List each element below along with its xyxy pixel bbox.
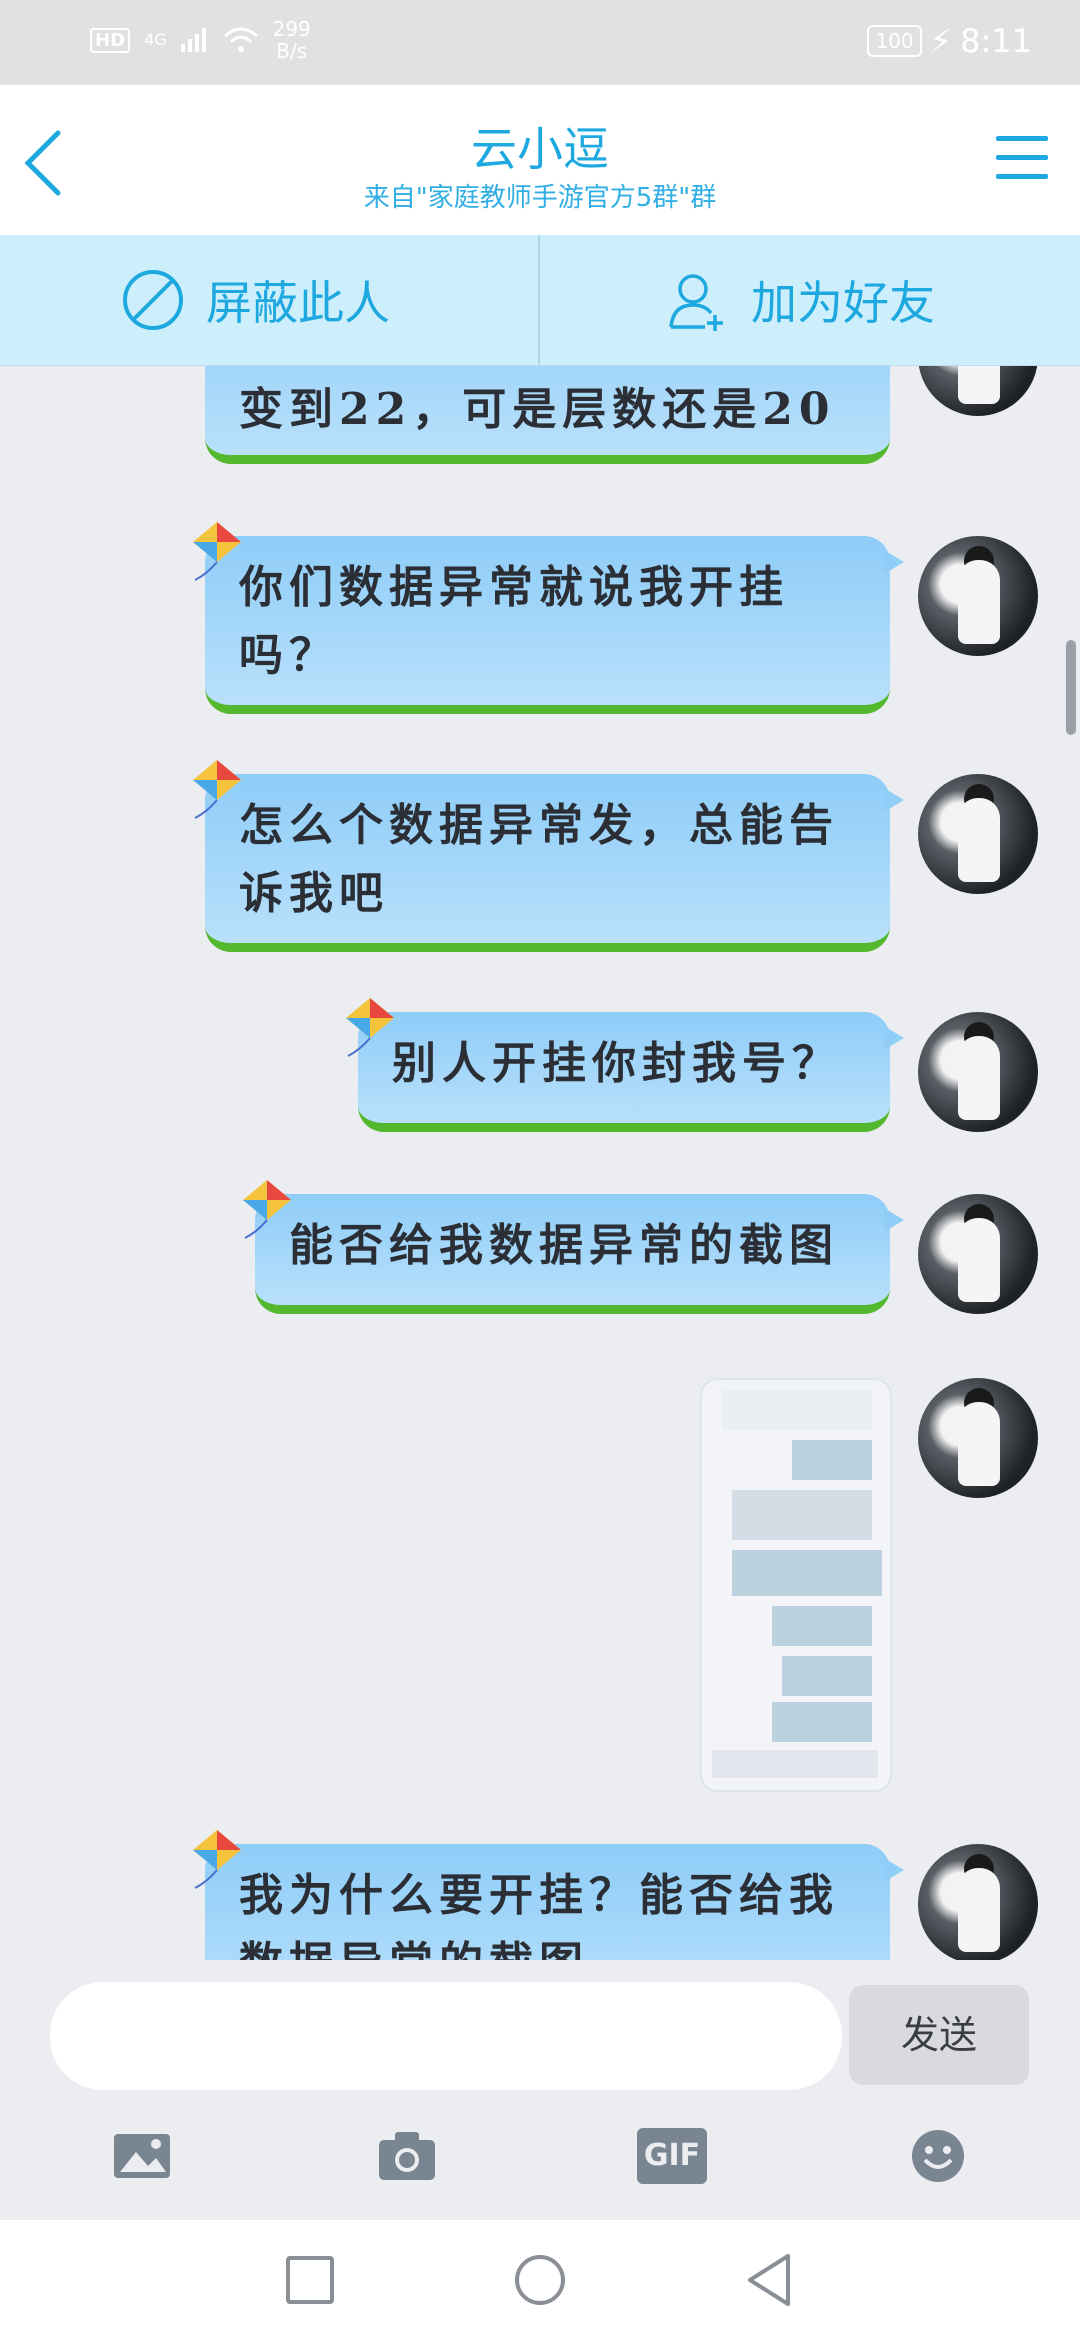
camera-icon[interactable] bbox=[377, 2128, 437, 2184]
kite-icon bbox=[193, 522, 241, 581]
back-nav-icon[interactable] bbox=[740, 2250, 800, 2310]
avatar[interactable] bbox=[918, 366, 1038, 416]
emoji-icon[interactable] bbox=[908, 2128, 968, 2184]
message-list[interactable]: 变到22，可是层数还是20 你们数据异常就说我开挂吗？ 怎么个数据异常发，总能告… bbox=[0, 366, 1080, 1960]
blurred-area bbox=[712, 1750, 878, 1778]
clock: 8:11 bbox=[960, 22, 1032, 60]
gif-label: GIF bbox=[643, 2138, 701, 2173]
network-indicator: 4G bbox=[144, 30, 167, 49]
blurred-area bbox=[732, 1490, 872, 1540]
send-button[interactable]: 发送 bbox=[849, 1985, 1029, 2085]
block-user-button[interactable]: 屏蔽此人 bbox=[120, 235, 390, 365]
kite-icon bbox=[193, 760, 241, 819]
recents-icon[interactable] bbox=[280, 2250, 340, 2310]
avatar[interactable] bbox=[918, 774, 1038, 894]
message-bubble[interactable]: 变到22，可是层数还是20 bbox=[205, 366, 890, 464]
block-icon bbox=[123, 270, 183, 330]
action-divider bbox=[538, 235, 540, 365]
message-input[interactable] bbox=[50, 1982, 842, 2090]
speed-value: 299 bbox=[272, 17, 311, 41]
blurred-area bbox=[772, 1702, 872, 1742]
menu-icon[interactable] bbox=[994, 130, 1050, 186]
avatar[interactable] bbox=[918, 1194, 1038, 1314]
chat-subtitle: 来自"家庭教师手游官方5群"群 bbox=[363, 183, 717, 213]
composer: 发送 bbox=[0, 1960, 1080, 2090]
add-friend-icon bbox=[669, 274, 723, 331]
status-right: 100 ⚡ 8:11 bbox=[867, 22, 1032, 60]
avatar[interactable] bbox=[918, 1012, 1038, 1132]
network-speed: 299 B/s bbox=[273, 18, 311, 62]
signal-icon bbox=[180, 28, 206, 52]
status-bar: HD 4G 299 B/s 100 ⚡ 8:11 bbox=[0, 0, 1080, 85]
avatar[interactable] bbox=[918, 1844, 1038, 1960]
kite-icon bbox=[243, 1180, 291, 1239]
chat-title: 云小逗 bbox=[471, 122, 609, 176]
message-bubble[interactable]: 你们数据异常就说我开挂吗？ bbox=[193, 522, 904, 714]
message-bubble[interactable]: 我为什么要开挂？能否给我数据异常的截图 bbox=[193, 1830, 904, 1960]
image-icon[interactable] bbox=[112, 2128, 172, 2184]
avatar[interactable] bbox=[918, 536, 1038, 656]
avatar[interactable] bbox=[918, 1378, 1038, 1498]
composer-toolbar: GIF bbox=[0, 2090, 1080, 2220]
message-text: 变到22，可是层数还是20 bbox=[239, 384, 836, 435]
hd-indicator: HD bbox=[90, 27, 131, 53]
blurred-area bbox=[732, 1550, 882, 1596]
blurred-area bbox=[782, 1656, 872, 1696]
message-text: 怎么个数据异常发，总能告诉我吧 bbox=[239, 800, 839, 919]
message-text: 别人开挂你封我号？ bbox=[392, 1038, 842, 1089]
message-bubble[interactable]: 怎么个数据异常发，总能告诉我吧 bbox=[193, 760, 904, 952]
battery-indicator: 100 bbox=[867, 25, 922, 57]
message-text: 我为什么要开挂？能否给我数据异常的截图 bbox=[239, 1870, 839, 1960]
system-nav-bar bbox=[0, 2220, 1080, 2340]
chat-header: 云小逗 来自"家庭教师手游官方5群"群 bbox=[0, 85, 1080, 235]
kite-icon bbox=[193, 1830, 241, 1889]
message-text: 能否给我数据异常的截图 bbox=[289, 1220, 839, 1271]
gif-button[interactable]: GIF bbox=[637, 2128, 707, 2184]
message-bubble[interactable]: 别人开挂你封我号？ bbox=[346, 998, 904, 1132]
home-icon[interactable] bbox=[510, 2250, 570, 2310]
blurred-area bbox=[722, 1390, 872, 1430]
speed-unit: B/s bbox=[276, 39, 308, 63]
message-bubble[interactable]: 能否给我数据异常的截图 bbox=[243, 1180, 904, 1314]
wifi-icon bbox=[223, 27, 258, 52]
blurred-area bbox=[772, 1606, 872, 1646]
add-friend-button[interactable]: 加为好友 bbox=[665, 235, 935, 365]
block-user-label: 屏蔽此人 bbox=[206, 276, 390, 330]
screenshot-image-message[interactable] bbox=[700, 1378, 892, 1792]
stranger-action-bar: 屏蔽此人 加为好友 bbox=[0, 235, 1080, 366]
blurred-area bbox=[792, 1440, 872, 1480]
status-left: HD 4G 299 B/s bbox=[90, 18, 311, 62]
add-friend-label: 加为好友 bbox=[751, 276, 935, 330]
scrollbar-thumb[interactable] bbox=[1066, 640, 1076, 735]
charging-icon: ⚡ bbox=[929, 22, 953, 60]
kite-icon bbox=[346, 998, 394, 1057]
message-text: 你们数据异常就说我开挂吗？ bbox=[239, 562, 789, 681]
